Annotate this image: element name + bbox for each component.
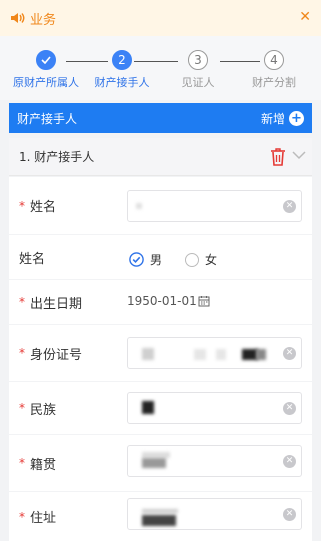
birth-date-picker[interactable]: 1950-01-01 (127, 294, 210, 308)
calendar-icon (198, 296, 210, 307)
clear-icon[interactable]: ✕ (283, 200, 296, 213)
address-row: * 住址 ✕ (9, 492, 312, 541)
section-header: 财产接手人 新增 + (9, 103, 312, 133)
check-icon (36, 50, 56, 70)
origin-input[interactable]: ✕ (127, 445, 302, 477)
ethnic-label: 民族 (30, 402, 57, 418)
gender-male-radio[interactable]: 男 (129, 251, 162, 268)
card-title: 1. 财产接手人 (19, 150, 95, 164)
address-label: 住址 (30, 511, 57, 526)
step-label: 财产分割 (252, 76, 296, 89)
gender-male-label: 男 (150, 253, 163, 267)
step-3: 3 见证人 (160, 50, 236, 90)
clear-icon[interactable]: ✕ (283, 455, 296, 468)
gender-female-radio[interactable]: 女 (185, 251, 217, 268)
origin-row: * 籍贯 ✕ (9, 435, 312, 491)
gender-row: 姓名 男 女 (9, 235, 312, 279)
add-label: 新增 (260, 111, 285, 126)
step-number: 4 (264, 50, 284, 70)
section-title: 财产接手人 (17, 111, 78, 126)
plus-icon: + (289, 110, 304, 126)
step-label: 见证人 (181, 76, 215, 89)
ethnic-row: * 民族 ✕ (9, 382, 312, 434)
ethnic-input[interactable]: ✕ (127, 392, 302, 424)
required-mark: * (19, 198, 25, 213)
origin-label: 籍贯 (30, 457, 57, 473)
name-input[interactable]: ✕ (127, 190, 302, 222)
checked-icon (129, 252, 144, 267)
birth-row: * 出生日期 1950-01-01 (9, 280, 312, 324)
step-number: 2 (112, 50, 132, 70)
id-input[interactable]: ✕ (127, 337, 302, 369)
notice-bar: 业务 ✕ (0, 0, 321, 36)
gender-label: 姓名 (19, 251, 46, 267)
clear-icon[interactable]: ✕ (283, 402, 296, 415)
name-label: 姓名 (30, 200, 57, 215)
birth-date-value: 1950-01-01 (127, 294, 197, 308)
step-4: 4 财产分割 (236, 50, 312, 90)
address-input[interactable]: ✕ (127, 498, 302, 530)
required-mark: * (19, 295, 25, 309)
step-number: 3 (188, 50, 208, 70)
id-row: * 身份证号 ✕ (9, 325, 312, 381)
birth-label: 出生日期 (30, 296, 83, 312)
step-label: 原财产所属人 (13, 76, 79, 89)
trash-icon[interactable] (270, 148, 286, 166)
required-mark: * (19, 401, 25, 415)
clear-icon[interactable]: ✕ (283, 508, 296, 521)
close-icon[interactable]: ✕ (299, 9, 311, 25)
chevron-down-icon[interactable] (292, 150, 306, 160)
id-label: 身份证号 (30, 347, 83, 363)
name-row: * 姓名 ✕ (9, 177, 312, 234)
step-2: 2 财产接手人 (84, 50, 160, 90)
radio-icon (185, 252, 199, 267)
clear-icon[interactable]: ✕ (283, 347, 296, 360)
speaker-icon (11, 13, 25, 23)
gender-female-label: 女 (205, 253, 218, 267)
step-label: 财产接手人 (94, 76, 150, 89)
required-mark: * (19, 509, 25, 524)
add-button[interactable]: 新增 + (261, 110, 304, 127)
step-indicator: 原财产所属人 2 财产接手人 3 见证人 4 财产分割 (0, 36, 321, 100)
required-mark: * (19, 456, 25, 470)
notice-text: 业务 (30, 12, 57, 28)
card-header[interactable]: 1. 财产接手人 (9, 138, 312, 176)
required-mark: * (19, 346, 25, 360)
step-1: 原财产所属人 (8, 50, 84, 90)
